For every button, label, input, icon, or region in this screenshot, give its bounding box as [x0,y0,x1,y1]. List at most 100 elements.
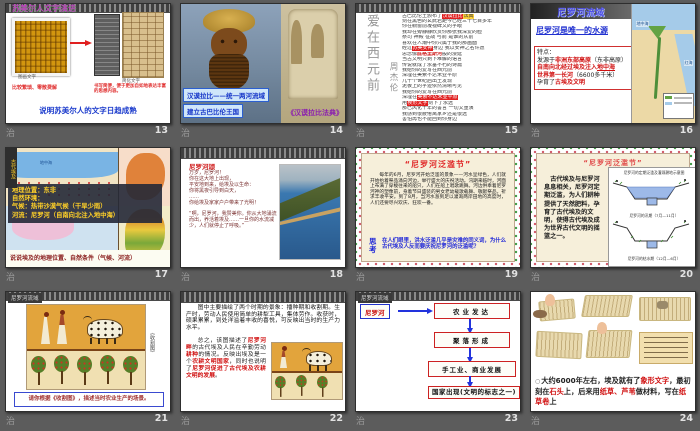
nile-delta-shape [648,26,666,39]
legend-swatch-green [665,96,672,99]
nile-map: 地中海 红海 [631,4,695,123]
slide-thumbnail-22[interactable]: 图中主要描绘了两个时期的景象：播种期和收割期。生产时，劳动人民使用简单的耕犁工具… [180,291,346,412]
footer-mark: 治 [6,129,16,139]
slide-cell-23: 尼罗河流域 尼罗河 农业发达 聚落形成 手工业、商业发展 国家出现(文明的标志之… [350,288,525,431]
stele-seated-figure [311,24,324,58]
papyrus-mat-sketch [535,330,583,360]
slide-number: 13 [154,125,168,136]
fruit-tree [100,355,116,385]
highlighted-text: 底格里斯河 [417,51,443,57]
highlighted-text: 美索不达米亚平原 [417,95,459,101]
analysis-paragraph-2: 总之，该图描述了尼罗河畔的古代埃及人民在辛勤劳动耕种的情况。反映出埃及是一个农耕… [186,338,266,379]
legend-swatch-blue [665,101,672,105]
nile-river-line [653,36,662,100]
highlighted-text: 纸草、芦苇 [599,387,636,397]
highlighted-text: 地中海 [597,64,616,72]
slide-thumbnail-23[interactable]: 尼罗河流域 尼罗河 农业发达 聚落形成 手工业、商业发展 国家出现(文明的标志之… [355,291,521,412]
slide-cell-16: 尼罗河流域 尼罗河是唯一的水源 特点： 发源于非洲东部高原（东非高原） 自南向北… [525,0,700,144]
painted-figure [57,310,67,344]
text-segment: 总之，该图描述了 [197,338,248,344]
legend-text-bar [673,96,692,99]
slide-thumbnail-14[interactable]: 汉谟拉比——统一两河流域 建立古巴比伦王国 《汉谟拉比法典》 [180,3,346,124]
pictograph-tablet-image [12,18,70,76]
footer-mark: 治 [531,273,541,283]
cuneiform-stone-image [94,14,120,76]
features-box: 特点： 发源于非洲东部高原（东非高原） 自南向北经过埃及注入地中海 世界第一长河… [534,46,632,90]
slide-thumbnail-19[interactable]: “尼罗河泛滥节” 每年的6月，尼罗河开始泛滥的景象——河水呈绿色，人们就开始抬着… [355,147,521,268]
left-image-caption: 图画文字 [18,75,36,80]
nile-river-photo [279,164,341,260]
text-segment: 思念像 [402,51,418,57]
hymn-text: 万岁，尼罗河！ 你在这大地上出现， 平安地到来，给埃及以生命： 你将黑夜引导到白… [189,170,277,229]
highlighted-text: 农耕文明国家 [192,358,230,365]
think-question: 在人们眼里，洪水泛滥几乎是灾难的同义词，为什么古代埃及人反而要庆祝尼罗河的泛滥呢… [382,238,506,251]
footer-mark: 治 [6,273,16,283]
question-box: 请你根据《收割图》，描述当时农业生产的场景。 [14,392,164,407]
painting-upper-register [272,343,342,371]
highlighted-text: 楔形文字 [407,100,429,106]
highlighted-text: 耕种 [186,351,199,358]
slide-cell-20: “尼罗河泛滥节” 古代埃及与尼罗河息息相关，尼罗河定期泛滥，为人们耕种提供了天然… [525,144,700,288]
highlighted-text: 苏美女神 [412,46,434,52]
text-segment: 做材料，写在 [635,387,679,397]
lyrics-block: 古巴比伦王颁布了汉谟拉比法典 刻在黑色的玄武岩距今已经三千七百多年 你在橱窗前凝… [402,13,518,123]
song-artist: 周杰伦 [388,62,398,94]
map-legend [663,93,694,119]
painting-caption: 《收割图》 [149,330,155,355]
parchment-panel: “尼罗河泛滥节” 每年的6月，尼罗河开始泛滥的景象——河水呈绿色，人们就开始抬着… [361,153,515,262]
slide-number: 19 [504,269,518,280]
papyrus-mat-sketch [585,330,633,358]
map-label-mediterranean: 地中海 [40,160,52,165]
text-segment: 经过 [402,46,413,52]
slide-sorter-grid: 苏美尔人文字演进 图画文字 简化文字 比较繁琐、零散费解 书写简便，便于更加自如… [0,0,700,431]
slide-thumbnail-17[interactable]: 地中海 古代埃及 地理位置：东非 自然环境： 气候：热带沙漠气候（干旱少雨） 河… [5,147,171,268]
slide-number: 23 [504,413,518,424]
slide-thumbnail-16[interactable]: 尼罗河流域 尼罗河是唯一的水源 特点： 发源于非洲东部高原（东非高原） 自南向北… [530,3,696,124]
painting-upper-register [27,305,145,349]
hymn-line: 你给埃及家家户户带来了光明！ [189,200,260,206]
slide-number: 24 [679,413,693,424]
slide-thumbnail-13[interactable]: 苏美尔人文字演进 图画文字 简化文字 比较繁琐、零散费解 书写简便，便于更加自如… [5,3,171,124]
fruit-tree [123,356,139,386]
slide-thumbnail-21[interactable]: 尼罗河流域 《收割图》 请你根据《收割图》，描述当时农业生产的场景。 [5,291,171,412]
legend-row [665,96,692,99]
song-title: 爱在西元前 [364,14,379,94]
harvest-painting-image [26,304,146,390]
code-of-hammurabi-caption: 《汉谟拉比法典》 [287,109,343,117]
corner-tab: 尼罗河流域 [8,293,42,303]
fruit-tree [275,376,287,398]
footer-mark: 治 [531,417,541,427]
slide-thumbnail-18[interactable]: 尼罗河颂 万岁，尼罗河！ 你在这大地上出现， 平安地到来，给埃及以生命： 你将黑… [180,147,346,268]
slide-number: 16 [679,125,693,136]
flood-season-diagram [612,179,690,206]
footer-mark: 治 [181,129,191,139]
simplified-script-tablet-image [122,12,164,78]
highlighted-text: 象形文字 [640,376,670,385]
lyric-line: 害怕再也不能回到你身边 [402,117,458,123]
text-segment: （东非高原） [591,56,628,64]
slide-thumbnail-20[interactable]: “尼罗河泛滥节” 古代埃及与尼罗河息息相关，尼罗河定期泛滥，为人们耕种提供了天然… [530,147,696,268]
highlighted-text: 古埃及文明 [555,79,586,87]
harvest-painting-small-image [271,342,343,400]
painting-lower-register [27,351,145,389]
festival-title: “尼罗河泛滥节” [404,160,472,169]
highlighted-text: 法典 [463,13,475,19]
slide-number: 17 [154,269,168,280]
text-segment: 般的漫延 [442,51,463,57]
text-segment: 上 [549,397,557,407]
hieroglyph-summary-text: ○大约6000年左右，埃及就有了象形文字，最初刻在石头上，后来用纸草、芦苇做材料… [535,376,692,408]
slide-cell-18: 尼罗河颂 万岁，尼罗河！ 你在这大地上出现， 平安地到来，给埃及以生命： 你将黑… [175,144,350,288]
slide-thumbnail-15[interactable]: 爱在西元前 周杰伦 古巴比伦王颁布了汉谟拉比法典 刻在黑色的玄武岩距今已经三千七… [355,3,521,124]
footer-mark: 治 [181,273,191,283]
geo-line: 气候：热带沙漠气候（干旱少雨） [12,203,107,211]
nile-flood-diagram-panel: 尼罗河的定期泛滥及灌溉耕地示意图 尼罗河的汛期（7月—11月） 尼罗河的枯水期（… [608,167,695,267]
festival-paragraph: 每年的6月，尼罗河开始泛滥的景象——河水呈绿色，人们就开始抬着祭品涌向河边，举行… [370,173,506,206]
slide13-title: 苏美尔人文字演进 [12,4,76,13]
red-arrow-icon [70,39,92,46]
painted-ox [83,316,123,344]
right-note-text: 书写简便，便于更加自如地表达丰富的思想内容。 [94,84,166,95]
hammurabi-label-1: 汉谟拉比——统一两河流域 [183,88,269,102]
figure-sketch [597,322,607,334]
slide-cell-22: 图中主要描绘了两个时期的景象：播种期和收割期。生产时，劳动人民使用简单的耕犁工具… [175,288,350,431]
slide-thumbnail-24[interactable]: ○大约6000年左右，埃及就有了象形文字，最初刻在石头上，后来用纸草、芦苇做材料… [530,291,696,412]
